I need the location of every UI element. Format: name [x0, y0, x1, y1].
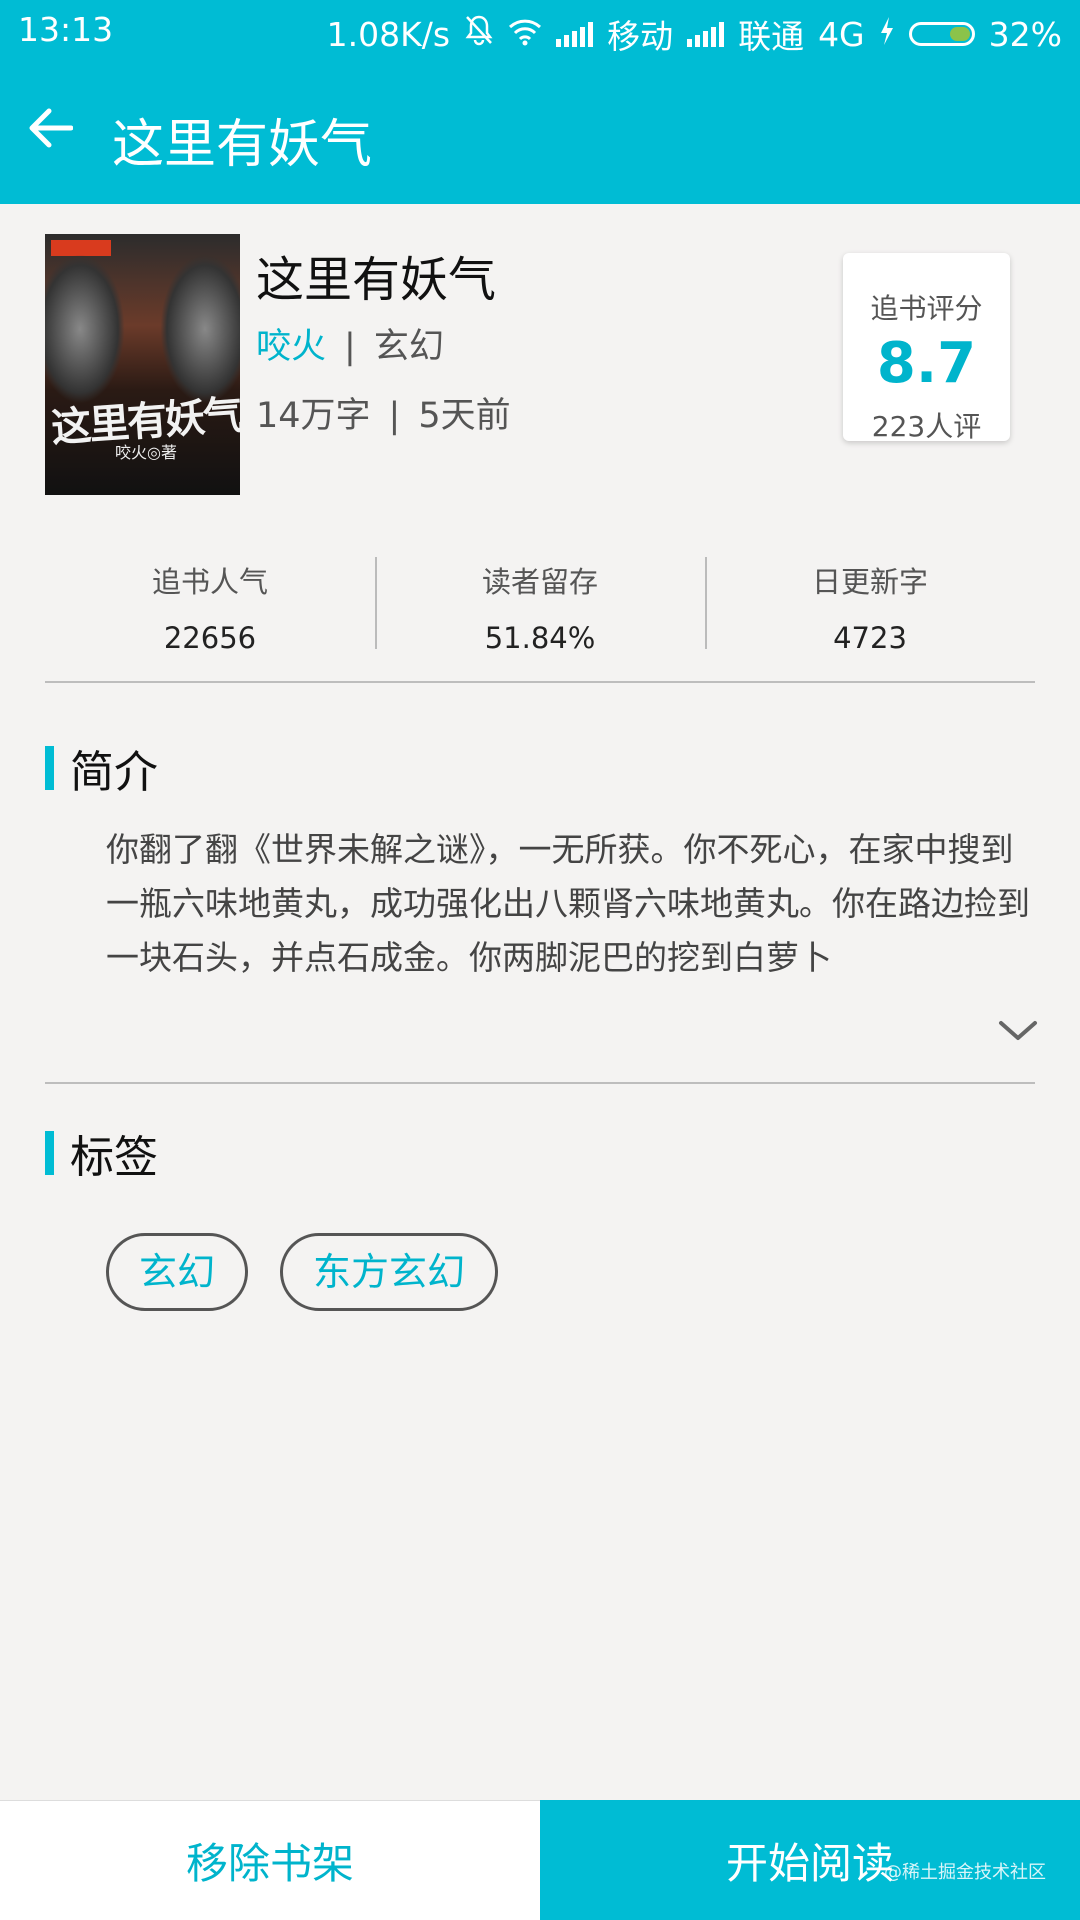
network-type: 4G — [818, 14, 865, 54]
stat-value: 4723 — [833, 621, 907, 655]
rating-card: 追书评分 8.7 223人评 — [843, 253, 1010, 443]
top-bar: 13:13 1.08K/s 移动 联通 4G 32% 这里有妖气 — [0, 0, 1080, 204]
bottom-action-bar: 移除书架 开始阅读 @稀土掘金技术社区 — [0, 1800, 1080, 1920]
genre: 玄幻 — [373, 327, 444, 367]
divider — [45, 1082, 1035, 1084]
stat-label: 追书人气 — [151, 565, 268, 599]
start-reading-label: 开始阅读 — [725, 1838, 894, 1888]
stat-value: 51.84% — [484, 621, 596, 655]
status-icons: 1.08K/s 移动 联通 4G 32% — [327, 10, 1062, 58]
book-author-genre: 咬火 | 玄幻 — [256, 327, 444, 367]
tag-chip[interactable]: 玄幻 — [106, 1233, 249, 1311]
status-time: 13:13 — [18, 10, 114, 49]
rating-count: 223人评 — [871, 410, 982, 443]
carrier-2: 联通 — [738, 17, 805, 56]
cover-author: 咬火◎著 — [115, 443, 177, 462]
tags-heading: 标签 — [45, 1121, 158, 1185]
author-link[interactable]: 咬火 — [256, 327, 326, 367]
divider — [45, 681, 1035, 683]
book-cover[interactable]: 这里有妖气 咬火◎著 — [45, 234, 240, 495]
remove-from-shelf-button[interactable]: 移除书架 — [0, 1800, 540, 1920]
tag-chip[interactable]: 东方玄幻 — [280, 1233, 499, 1311]
signal-icon — [556, 21, 594, 47]
expand-intro-button[interactable] — [995, 1015, 1041, 1047]
stat-popularity: 追书人气 22656 — [45, 555, 375, 655]
rating-label: 追书评分 — [870, 292, 983, 325]
status-bar: 13:13 1.08K/s 移动 联通 4G 32% — [0, 0, 1080, 62]
chevron-down-icon — [999, 1021, 1037, 1040]
app-bar: 这里有妖气 — [0, 62, 1080, 204]
signal-icon — [687, 21, 725, 47]
rating-score: 8.7 — [876, 331, 977, 396]
book-words-updated: 14万字 | 5天前 — [256, 396, 511, 436]
tag-list: 玄幻 东方玄幻 — [106, 1233, 499, 1311]
battery-percent: 32% — [988, 14, 1062, 54]
stat-label: 日更新字 — [811, 565, 928, 599]
stat-retention: 读者留存 51.84% — [375, 555, 705, 655]
start-reading-button[interactable]: 开始阅读 @稀土掘金技术社区 — [540, 1800, 1080, 1920]
stats-row: 追书人气 22656 读者留存 51.84% 日更新字 4723 — [45, 555, 1035, 655]
bell-muted-icon — [464, 14, 494, 54]
network-speed: 1.08K/s — [326, 14, 451, 54]
battery-icon — [908, 22, 975, 46]
page-title: 这里有妖气 — [112, 115, 373, 175]
intro-text: 你翻了翻《世界未解之谜》，一无所获。你不死心，在家中搜到一瓶六味地黄丸，成功强化… — [106, 830, 1030, 977]
intro-heading: 简介 — [45, 736, 158, 800]
stat-daily-words: 日更新字 4723 — [705, 555, 1035, 655]
arrow-left-icon — [29, 108, 73, 148]
wifi-icon — [508, 15, 542, 54]
back-button[interactable] — [22, 100, 78, 156]
carrier-1: 移动 — [607, 17, 674, 56]
stat-label: 读者留存 — [481, 565, 598, 599]
stat-value: 22656 — [163, 621, 257, 655]
charging-icon — [879, 15, 895, 54]
updated-time: 5天前 — [418, 396, 511, 436]
word-count: 14万字 — [256, 396, 371, 436]
watermark: @稀土掘金技术社区 — [884, 1862, 1046, 1883]
book-title: 这里有妖气 — [256, 252, 497, 308]
